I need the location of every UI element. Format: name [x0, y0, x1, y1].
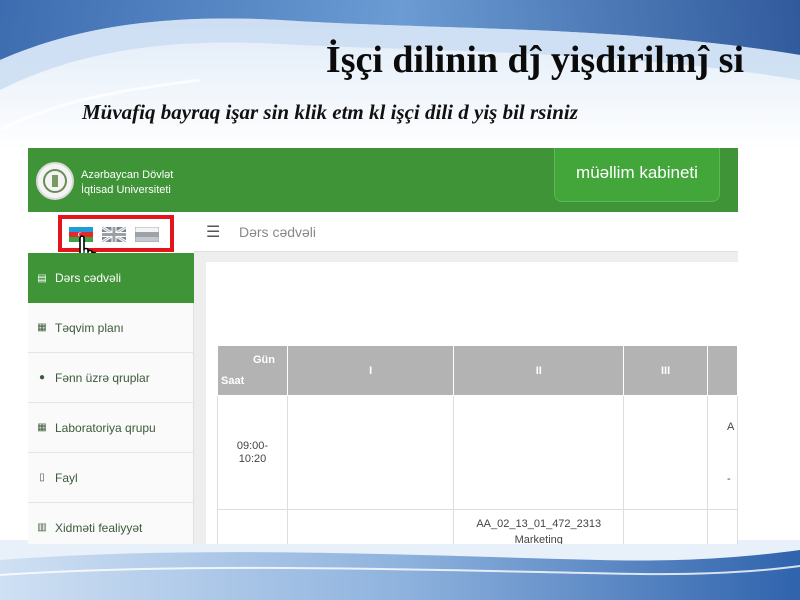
language-switcher — [28, 212, 194, 273]
table-icon: ▤ — [37, 272, 47, 284]
table-cell[interactable] — [707, 509, 738, 544]
schedule-table: Gün Saat I II III 09:00- 10:20 A - AA_02… — [217, 345, 738, 544]
sidebar-item-label: Fənn üzrə qruplar — [55, 370, 150, 385]
university-logo[interactable] — [36, 162, 74, 200]
time-cell — [217, 509, 288, 544]
university-name-line1: Azərbaycan Dövlət — [81, 169, 174, 181]
sidebar-item-calendar-plan[interactable]: ▦ Təqvim planı — [28, 303, 194, 353]
calendar-icon: ▦ — [37, 322, 47, 333]
sidebar-item-lab-group[interactable]: ▦ Laboratoriya qrupu — [28, 403, 194, 453]
column-header: I — [286, 345, 455, 396]
slide-title: İşçi dilinin dĵ yişdirilmĵ si — [325, 39, 744, 81]
main-content: ☰ Dərs cədvəli Gün Saat I II III 09:00- … — [194, 212, 738, 544]
table-cell[interactable]: AA_02_13_01_472_2313 Marketing — [453, 509, 625, 544]
schedule-panel: Gün Saat I II III 09:00- 10:20 A - AA_02… — [206, 262, 738, 544]
corner-header: Gün Saat — [217, 345, 288, 396]
sidebar-item-label: Dərs cədvəli — [55, 271, 122, 285]
time-cell: 09:00- 10:20 — [217, 395, 288, 510]
sidebar: ▤ Dərs cədvəli ▦ Təqvim planı ● Fənn üzr… — [28, 212, 194, 544]
sidebar-item-label: Təqvim planı — [55, 320, 124, 335]
sidebar-item-label: Laboratoriya qrupu — [55, 420, 156, 435]
table-row: AA_02_13_01_472_2313 Marketing — [217, 509, 738, 544]
table-cell[interactable]: A - — [707, 395, 738, 510]
column-header — [707, 345, 738, 396]
page-title: Dərs cədvəli — [239, 224, 317, 240]
sidebar-item-label: Fayl — [55, 470, 78, 485]
column-header: III — [623, 345, 709, 396]
slide-subtitle: Müvafiq bayraq işar sin klik etm kl işçi… — [82, 100, 578, 124]
teacher-cabinet-button[interactable]: müəllim kabineti — [554, 148, 720, 202]
column-header: II — [453, 345, 625, 396]
sidebar-item-schedule[interactable]: ▤ Dərs cədvəli — [28, 253, 194, 303]
slide-bottom-decoration — [0, 540, 800, 600]
sidebar-item-label: Xidməti fealiyyət — [55, 520, 143, 535]
cell-dash: - — [727, 472, 731, 485]
day-label: Gün — [252, 354, 275, 366]
hamburger-menu-icon[interactable]: ☰ — [206, 222, 220, 242]
users-icon: ● — [38, 372, 46, 383]
time-start: 09:00- — [236, 439, 269, 452]
app-screenshot: Azərbaycan Dövlət İqtisad Universiteti m… — [28, 148, 738, 544]
table-cell[interactable] — [623, 509, 709, 544]
sidebar-menu: ▤ Dərs cədvəli ▦ Təqvim planı ● Fənn üzr… — [28, 253, 194, 544]
bar-chart-icon: ▥ — [37, 522, 47, 533]
uk-flag-icon[interactable] — [102, 227, 126, 242]
table-cell[interactable] — [286, 509, 455, 544]
lesson-subject: Marketing — [514, 534, 563, 544]
time-end: 10:20 — [238, 452, 267, 465]
university-name-line2: İqtisad Universiteti — [81, 184, 171, 196]
table-cell[interactable] — [286, 395, 455, 510]
grid-icon: ▦ — [37, 422, 47, 433]
top-navbar: Azərbaycan Dövlət İqtisad Universiteti m… — [28, 148, 738, 212]
university-name: Azərbaycan Dövlət İqtisad Universiteti — [81, 168, 173, 198]
table-header-row: Gün Saat I II III — [217, 345, 738, 396]
sidebar-item-file[interactable]: ▯ Fayl — [28, 453, 194, 503]
sidebar-item-service-activity[interactable]: ▥ Xidməti fealiyyət — [28, 503, 194, 544]
lesson-code: AA_02_13_01_472_2313 — [476, 518, 602, 530]
table-row: 09:00- 10:20 A - — [217, 395, 738, 510]
table-cell[interactable] — [453, 395, 625, 510]
file-icon: ▯ — [39, 472, 45, 483]
ru-flag-icon[interactable] — [135, 227, 159, 242]
cell-text: A — [727, 420, 735, 433]
sidebar-item-subject-groups[interactable]: ● Fənn üzrə qruplar — [28, 353, 194, 403]
content-header: ☰ Dərs cədvəli — [194, 212, 738, 252]
hour-label: Saat — [221, 375, 245, 387]
table-cell[interactable] — [623, 395, 709, 510]
